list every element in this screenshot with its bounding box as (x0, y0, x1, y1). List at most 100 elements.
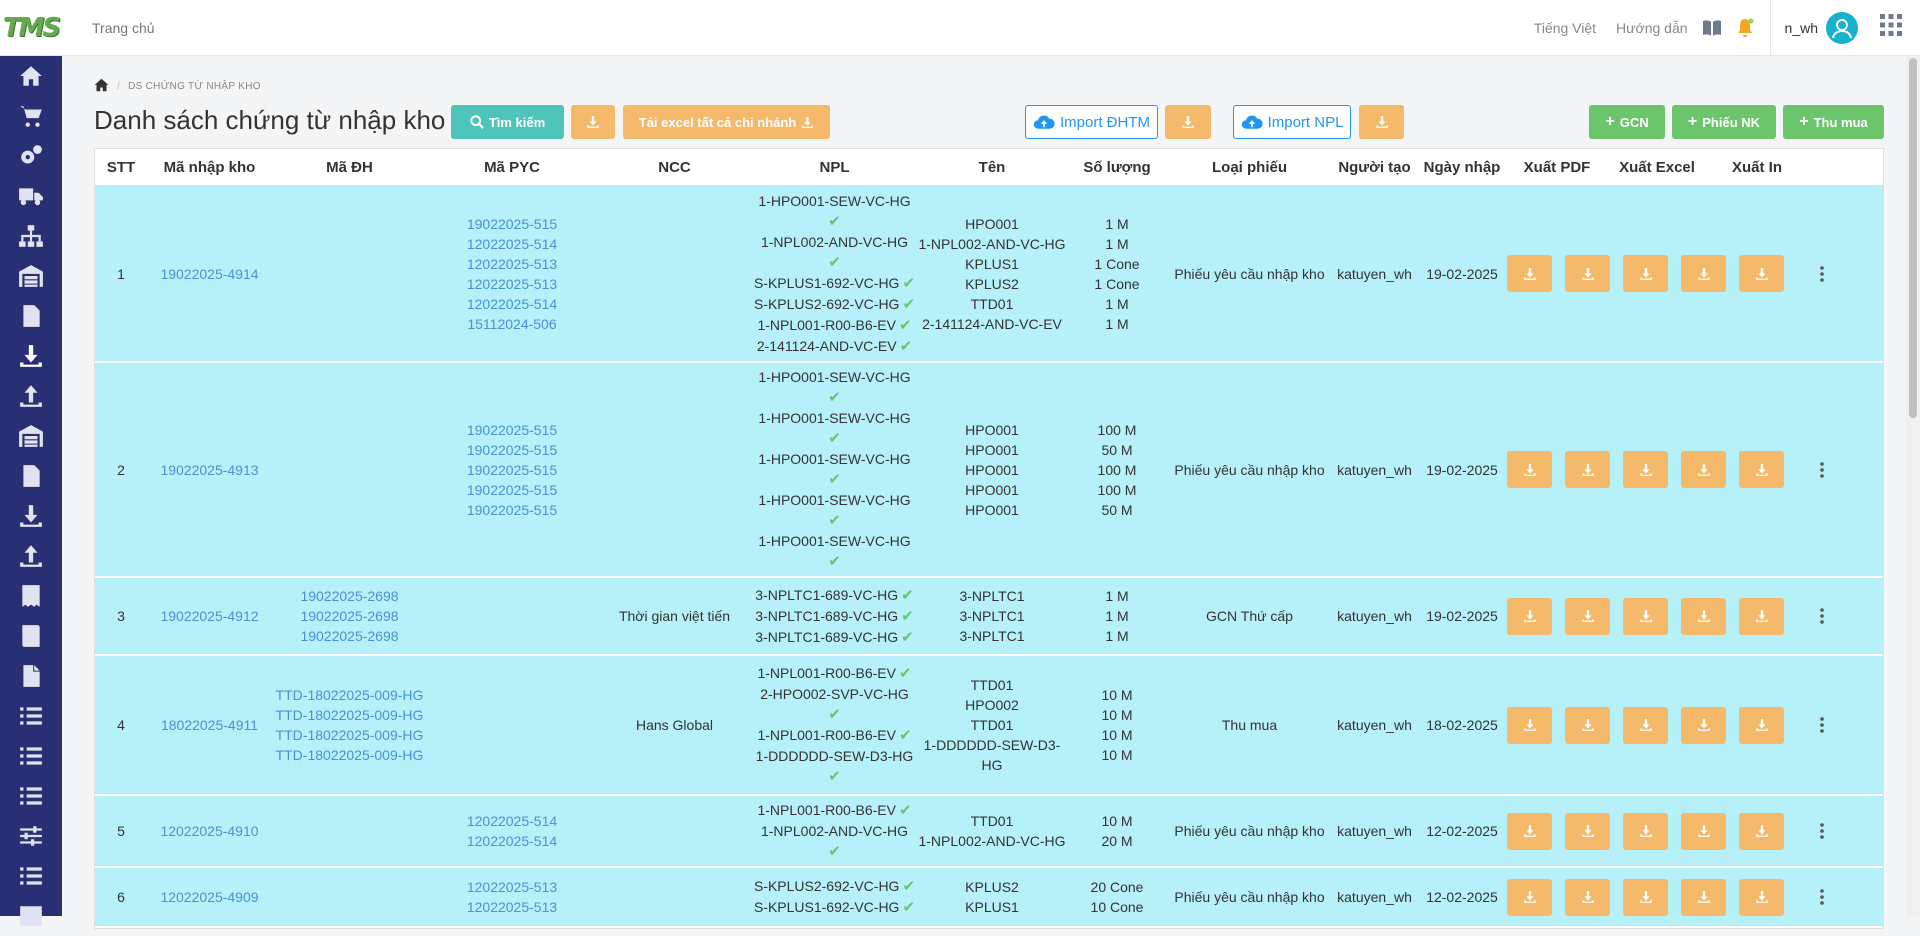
user-menu[interactable]: n_wh (1769, 0, 1858, 56)
export-pdf-button[interactable] (1507, 706, 1552, 744)
export-excel-button[interactable] (1623, 878, 1668, 916)
ma-pyc-link[interactable]: 12022025-513 (427, 274, 597, 294)
book-nav-icon[interactable] (0, 616, 62, 656)
export-excel-alt-button[interactable] (1681, 255, 1726, 292)
more-options-icon[interactable] (1802, 461, 1842, 478)
ma-nhap-kho-link[interactable]: 18022025-4911 (147, 715, 272, 735)
ma-nhap-kho-link[interactable]: 12022025-4910 (147, 821, 272, 841)
apps-grid-icon[interactable] (1880, 14, 1902, 41)
ma-nhap-kho-link[interactable]: 19022025-4913 (147, 460, 272, 480)
warehouse-icon[interactable] (0, 256, 62, 296)
print-button[interactable] (1739, 878, 1784, 916)
ma-pyc-link[interactable]: 19022025-515 (427, 500, 597, 520)
ma-pyc-link[interactable]: 19022025-515 (427, 440, 597, 460)
export-excel-button[interactable] (1623, 597, 1668, 635)
ma-nhap-kho-link[interactable]: 19022025-4912 (147, 606, 272, 626)
ma-dh-link[interactable]: TTD-18022025-009-HG (272, 725, 427, 745)
page-scrollbar[interactable] (1906, 56, 1920, 916)
export-excel-alt-button[interactable] (1681, 878, 1726, 916)
home-link[interactable]: Trang chủ (92, 20, 155, 36)
ma-pyc-link[interactable]: 19022025-515 (427, 480, 597, 500)
more-options-icon[interactable] (1802, 889, 1842, 905)
export-pdf-alt-button[interactable] (1565, 812, 1610, 850)
ma-pyc-link[interactable]: 19022025-515 (427, 214, 597, 234)
print-button[interactable] (1739, 597, 1784, 635)
ma-pyc-link[interactable]: 19022025-515 (427, 460, 597, 480)
add-gcn-button[interactable]: + GCN (1589, 105, 1665, 139)
ma-pyc-link[interactable]: 12022025-514 (427, 234, 597, 254)
download-npl-button[interactable] (1359, 105, 1404, 139)
export-pdf-alt-button[interactable] (1565, 597, 1610, 635)
ma-nhap-kho-link[interactable]: 19022025-4914 (147, 264, 272, 284)
export-pdf-button[interactable] (1507, 255, 1552, 292)
cart-icon[interactable] (0, 96, 62, 136)
document-icon-2[interactable] (0, 456, 62, 496)
ma-pyc-link[interactable]: 12022025-514 (427, 831, 597, 851)
add-phieu-nk-button[interactable]: + Phiếu NK (1672, 105, 1776, 139)
table-icon[interactable] (0, 896, 62, 936)
ma-pyc-link[interactable]: 12022025-513 (427, 897, 597, 917)
sliders-icon[interactable] (0, 816, 62, 856)
print-button[interactable] (1739, 812, 1784, 850)
avatar[interactable] (1826, 11, 1858, 44)
print-button[interactable] (1739, 451, 1784, 488)
more-options-icon[interactable] (1802, 823, 1842, 839)
truck-icon[interactable] (0, 176, 62, 216)
ma-pyc-link[interactable]: 12022025-513 (427, 877, 597, 897)
import-dhtm-button[interactable]: Import ĐHTM (1025, 105, 1158, 139)
home-icon[interactable] (0, 56, 62, 96)
sitemap-icon[interactable] (0, 216, 62, 256)
add-thu-mua-button[interactable]: + Thu mua (1783, 105, 1884, 139)
ma-pyc-link[interactable]: 12022025-514 (427, 294, 597, 314)
import-npl-button[interactable]: Import NPL (1233, 105, 1351, 139)
app-logo[interactable]: TMS (0, 0, 62, 56)
breadcrumb-home-icon[interactable] (94, 78, 109, 95)
export-excel-alt-button[interactable] (1681, 812, 1726, 850)
upload-icon[interactable] (0, 376, 62, 416)
download-button[interactable] (571, 105, 615, 139)
export-pdf-button[interactable] (1507, 597, 1552, 635)
print-button[interactable] (1739, 255, 1784, 292)
file-icon[interactable] (0, 656, 62, 696)
ma-dh-link[interactable]: 19022025-2698 (272, 586, 427, 606)
export-pdf-alt-button[interactable] (1565, 255, 1610, 292)
export-excel-alt-button[interactable] (1681, 706, 1726, 744)
language-selector[interactable]: Tiếng Việt (1534, 20, 1596, 36)
export-excel-button[interactable] (1623, 706, 1668, 744)
export-excel-button[interactable] (1623, 255, 1668, 292)
export-pdf-alt-button[interactable] (1565, 878, 1610, 916)
export-excel-button[interactable] (1623, 451, 1668, 488)
download-icon-2[interactable] (0, 496, 62, 536)
more-options-icon[interactable] (1802, 265, 1842, 282)
download-dhtm-button[interactable] (1165, 105, 1211, 139)
ma-dh-link[interactable]: 19022025-2698 (272, 606, 427, 626)
export-pdf-button[interactable] (1507, 812, 1552, 850)
ma-nhap-kho-link[interactable]: 12022025-4909 (147, 887, 272, 907)
export-excel-alt-button[interactable] (1681, 451, 1726, 488)
download-icon[interactable] (0, 336, 62, 376)
document-icon[interactable] (0, 296, 62, 336)
ma-dh-link[interactable]: TTD-18022025-009-HG (272, 705, 427, 725)
ma-dh-link[interactable]: TTD-18022025-009-HG (272, 685, 427, 705)
more-options-icon[interactable] (1802, 717, 1842, 733)
guide-link[interactable]: Hướng dẫn (1616, 20, 1687, 36)
ma-pyc-link[interactable]: 12022025-513 (427, 254, 597, 274)
ma-pyc-link[interactable]: 12022025-514 (427, 811, 597, 831)
list-icon-2[interactable] (0, 736, 62, 776)
gears-icon[interactable] (0, 136, 62, 176)
upload-icon-2[interactable] (0, 536, 62, 576)
bell-icon[interactable] (1736, 18, 1754, 38)
list-icon-3[interactable] (0, 776, 62, 816)
book-icon[interactable] (1702, 19, 1722, 37)
receipt-icon[interactable] (0, 576, 62, 616)
export-pdf-alt-button[interactable] (1565, 451, 1610, 488)
ma-pyc-link[interactable]: 19022025-515 (427, 420, 597, 440)
search-button[interactable]: Tìm kiếm (451, 105, 564, 139)
excel-all-branches-button[interactable]: Tải excel tất cả chi nhánh (623, 105, 830, 139)
print-button[interactable] (1739, 706, 1784, 744)
export-pdf-button[interactable] (1507, 878, 1552, 916)
warehouse-icon-2[interactable] (0, 416, 62, 456)
more-options-icon[interactable] (1802, 608, 1842, 624)
list-icon-4[interactable] (0, 856, 62, 896)
export-pdf-alt-button[interactable] (1565, 706, 1610, 744)
